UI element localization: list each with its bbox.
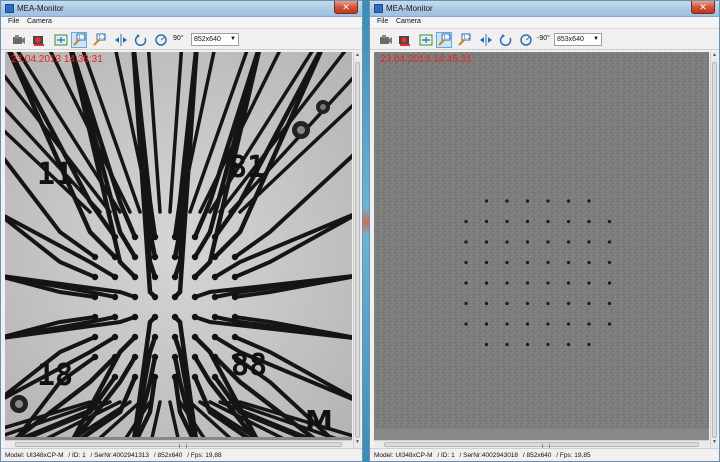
fit-window-button[interactable] xyxy=(418,32,434,48)
close-icon: ✕ xyxy=(342,2,350,12)
scroll-down-icon[interactable]: ▼ xyxy=(711,439,718,448)
zoom-1-2-button[interactable]: 1:2 xyxy=(456,32,472,48)
flip-horizontal-icon xyxy=(480,34,492,46)
rotate-angle-icon xyxy=(155,34,167,46)
camera-button[interactable] xyxy=(11,32,27,48)
record-icon xyxy=(33,36,44,46)
fit-window-button[interactable] xyxy=(53,32,69,48)
vertical-scrollbar[interactable]: ▲ ▼ xyxy=(353,52,361,448)
rotation-angle: -90° xyxy=(537,35,550,42)
flip-horizontal-button[interactable] xyxy=(113,32,129,48)
app-icon xyxy=(374,4,383,13)
title-bar[interactable]: MEA-Monitor ✕ xyxy=(1,1,362,17)
timestamp-overlay: 23.04.2013 14:38:31 xyxy=(11,54,103,65)
rotate-icon xyxy=(499,34,512,47)
camera-view: 11 81 18 88 M 23.04.2013 14:38:31 xyxy=(5,52,352,448)
status-fps: / Fps: 19,85 xyxy=(556,452,591,459)
menu-camera[interactable]: Camera xyxy=(396,18,421,25)
close-icon: ✕ xyxy=(699,2,707,12)
chevron-down-icon: ▼ xyxy=(593,36,599,42)
zoom-1-1-icon: 1:1 xyxy=(73,33,86,46)
status-sernr: / SerNr:4002941313 xyxy=(90,452,150,459)
timestamp-overlay: 23.04.2013 14:45:31 xyxy=(380,54,472,65)
camera-icon xyxy=(380,35,392,44)
horizontal-scrollbar[interactable] xyxy=(5,440,352,448)
close-button[interactable]: ✕ xyxy=(334,1,358,14)
record-button[interactable] xyxy=(31,32,47,48)
zoom-1-2-button[interactable]: 1:2 xyxy=(91,32,107,48)
zoom-1-2-icon: 1:2 xyxy=(458,33,471,46)
resolution-value: 852x640 xyxy=(194,36,221,43)
window-title: MEA-Monitor xyxy=(17,4,64,13)
camera-image: 11 81 18 88 M xyxy=(5,52,352,437)
rotate-button[interactable] xyxy=(498,32,514,48)
menu-camera[interactable]: Camera xyxy=(27,18,52,25)
scroll-thumb[interactable] xyxy=(712,62,717,438)
zoom-1-2-icon: 1:2 xyxy=(93,33,106,46)
scroll-thumb-horizontal[interactable] xyxy=(384,442,699,448)
toolbar: 1:1 1:2 90° 852x640 ▼ xyxy=(1,30,362,50)
resolution-value: 853x640 xyxy=(557,36,584,43)
mea-monitor-window-right: MEA-Monitor ✕ File Camera 1:1 1:2 -90° 8… xyxy=(369,0,720,462)
zoom-1-1-button[interactable]: 1:1 xyxy=(71,32,87,48)
app-icon xyxy=(5,4,14,13)
svg-text:1:2: 1:2 xyxy=(463,35,471,41)
rotate-angle-button[interactable] xyxy=(518,32,534,48)
camera-icon xyxy=(13,35,25,44)
menu-file[interactable]: File xyxy=(8,18,19,25)
resolution-select[interactable]: 852x640 ▼ xyxy=(191,33,239,46)
resolution-select[interactable]: 853x640 ▼ xyxy=(554,33,602,46)
rotation-angle: 90° xyxy=(173,35,184,42)
flip-horizontal-button[interactable] xyxy=(478,32,494,48)
scroll-down-icon[interactable]: ▼ xyxy=(354,439,361,448)
fit-window-icon xyxy=(54,34,68,46)
horizontal-scrollbar[interactable] xyxy=(374,440,709,448)
camera-view: 23.04.2013 14:45:31 xyxy=(374,52,709,448)
toolbar: 1:1 1:2 -90° 853x640 ▼ xyxy=(370,30,719,50)
scroll-thumb[interactable] xyxy=(355,62,360,438)
scroll-up-icon[interactable]: ▲ xyxy=(354,52,361,61)
svg-text:1:1: 1:1 xyxy=(78,35,86,41)
chip-label-81: 81 xyxy=(229,150,265,185)
title-bar[interactable]: MEA-Monitor ✕ xyxy=(370,1,719,17)
status-id: / ID: 1 xyxy=(437,452,455,459)
window-title: MEA-Monitor xyxy=(386,4,433,13)
status-bar: Model: UI348xCP-M / ID: 1 / SerNr:400294… xyxy=(370,448,719,461)
chip-corner-letter: M xyxy=(305,404,333,437)
close-button[interactable]: ✕ xyxy=(691,1,715,14)
menu-bar: File Camera xyxy=(1,17,362,29)
rotate-angle-button[interactable] xyxy=(153,32,169,48)
status-bar: Model: UI348xCP-M / ID: 1 / SerNr:400294… xyxy=(1,448,362,461)
vertical-scrollbar[interactable]: ▲ ▼ xyxy=(710,52,718,448)
status-model: Model: UI348xCP-M xyxy=(5,452,64,459)
status-fps: / Fps: 19,88 xyxy=(187,452,222,459)
status-id: / ID: 1 xyxy=(68,452,86,459)
zoom-1-1-button[interactable]: 1:1 xyxy=(436,32,452,48)
chevron-down-icon: ▼ xyxy=(230,36,236,42)
zoom-1-1-icon: 1:1 xyxy=(438,33,451,46)
chip-label-18: 18 xyxy=(37,358,73,393)
scroll-thumb-horizontal[interactable] xyxy=(15,442,342,448)
chip-label-88: 88 xyxy=(231,348,267,383)
svg-text:1:2: 1:2 xyxy=(98,35,106,41)
status-sernr: / SerNr:4002943018 xyxy=(459,452,519,459)
record-icon xyxy=(399,36,410,46)
scroll-up-icon[interactable]: ▲ xyxy=(711,52,718,61)
status-model: Model: UI348xCP-M xyxy=(374,452,433,459)
rotate-angle-icon xyxy=(520,34,532,46)
rotate-icon xyxy=(134,34,147,47)
svg-text:1:1: 1:1 xyxy=(443,35,451,41)
flip-horizontal-icon xyxy=(115,34,127,46)
rotate-button[interactable] xyxy=(133,32,149,48)
menu-bar: File Camera xyxy=(370,17,719,29)
camera-image xyxy=(374,52,709,429)
chip-label-11: 11 xyxy=(37,157,73,192)
mea-monitor-window-left: MEA-Monitor ✕ File Camera 1:1 1:2 90° 85… xyxy=(0,0,363,462)
status-size: / 852x640 xyxy=(153,452,183,459)
status-size: / 852x640 xyxy=(522,452,552,459)
camera-button[interactable] xyxy=(378,32,394,48)
fit-window-icon xyxy=(419,34,433,46)
record-button[interactable] xyxy=(397,32,413,48)
menu-file[interactable]: File xyxy=(377,18,388,25)
